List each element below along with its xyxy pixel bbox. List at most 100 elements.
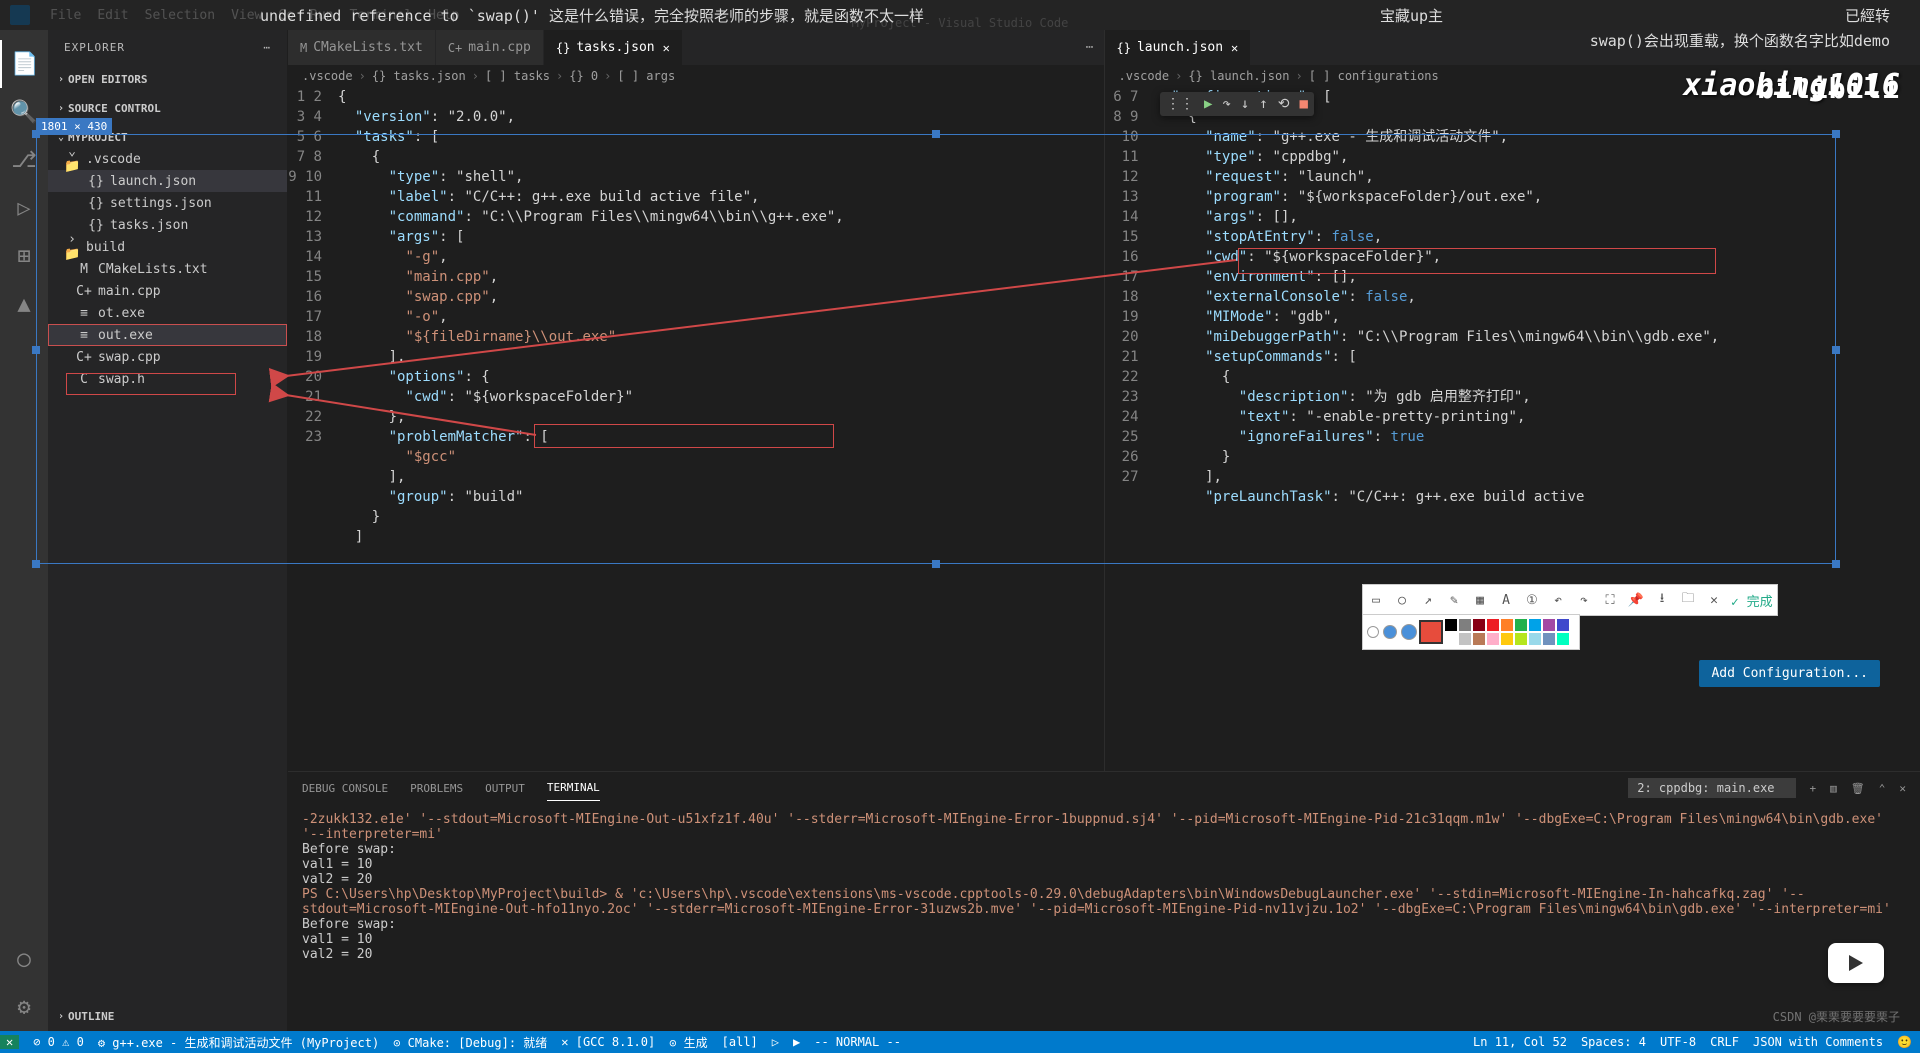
close-panel-icon[interactable]: ✕: [1899, 782, 1906, 795]
sb-build[interactable]: ⊙ 生成: [669, 1034, 707, 1051]
maximize-panel-icon[interactable]: ⌃: [1879, 782, 1886, 795]
debug-toolbar[interactable]: ⋮⋮ ▶ ↷ ↓ ↑ ⟲ ■: [1160, 92, 1314, 116]
restart-icon[interactable]: ⟲: [1278, 96, 1290, 112]
extensions-icon[interactable]: ⊞: [0, 232, 48, 280]
download-icon[interactable]: ⭳: [1653, 589, 1671, 611]
close-icon[interactable]: ✕: [1705, 593, 1723, 608]
tree-item-ot-exe[interactable]: ≡ot.exe: [48, 302, 287, 324]
text-tool-icon[interactable]: A: [1497, 593, 1515, 608]
sb-run[interactable]: ▶: [793, 1035, 800, 1049]
sb-cursor[interactable]: Ln 11, Col 52: [1473, 1035, 1567, 1049]
run-debug-icon[interactable]: ▷: [0, 184, 48, 232]
selection-handle[interactable]: [32, 346, 40, 354]
left-code-area[interactable]: 1 2 3 4 5 6 7 8 9 10 11 12 13 14 15 16 1…: [288, 87, 1104, 771]
tab-CMakeLists-txt[interactable]: MCMakeLists.txt: [288, 30, 436, 65]
sb-build-task[interactable]: ⚙ g++.exe - 生成和调试活动文件 (MyProject): [98, 1034, 379, 1051]
color-swatch[interactable]: [1473, 633, 1485, 645]
sb-feedback-icon[interactable]: 🙂: [1897, 1035, 1912, 1049]
sb-errors[interactable]: ⊘ 0 ⚠ 0: [33, 1035, 84, 1049]
color-swatch[interactable]: [1543, 619, 1555, 631]
color-swatch[interactable]: [1473, 619, 1485, 631]
tab-main-cpp[interactable]: C+main.cpp: [436, 30, 544, 65]
selection-handle[interactable]: [32, 560, 40, 568]
tab-problems[interactable]: PROBLEMS: [410, 776, 463, 801]
cmake-icon[interactable]: ▲: [0, 280, 48, 328]
done-button[interactable]: ✓ 完成: [1731, 591, 1773, 610]
size-large-icon[interactable]: [1401, 624, 1417, 640]
selection-handle[interactable]: [932, 130, 940, 138]
redo-icon[interactable]: ↷: [1575, 593, 1593, 608]
serial-tool-icon[interactable]: ①: [1523, 593, 1541, 608]
color-red-selected[interactable]: [1421, 622, 1441, 642]
tab-output[interactable]: OUTPUT: [485, 776, 525, 801]
sb-encoding[interactable]: UTF-8: [1660, 1035, 1696, 1049]
left-breadcrumb[interactable]: .vscode›{} tasks.json›[ ] tasks›{} 0›[ ]…: [288, 65, 1104, 87]
tree-item-main-cpp[interactable]: C+main.cpp: [48, 280, 287, 302]
step-over-icon[interactable]: ↷: [1222, 96, 1230, 112]
tab-launch-json[interactable]: {}launch.json✕: [1105, 30, 1252, 65]
sb-target[interactable]: [all]: [722, 1035, 758, 1049]
mosaic-tool-icon[interactable]: ▦: [1471, 593, 1489, 608]
color-swatch[interactable]: [1459, 619, 1471, 631]
color-swatch[interactable]: [1445, 633, 1457, 645]
pen-tool-icon[interactable]: ✎: [1445, 593, 1463, 608]
terminal-dropdown[interactable]: 2: cppdbg: main.exe: [1628, 778, 1795, 798]
snip-toolbar[interactable]: ▭ ○ ↗ ✎ ▦ A ① ↶ ↷ ⛶ 📌 ⭳ 🗀 ✕ ✓ 完成: [1362, 584, 1778, 616]
save-icon[interactable]: 🗀: [1679, 589, 1697, 611]
tree-item-CMakeLists-txt[interactable]: MCMakeLists.txt: [48, 258, 287, 280]
video-play-button[interactable]: [1828, 943, 1884, 983]
close-icon[interactable]: ✕: [663, 41, 670, 55]
open-editors-section[interactable]: ›OPEN EDITORS: [48, 69, 287, 90]
tree-item-out-exe[interactable]: ≡out.exe: [48, 324, 287, 346]
tree-item-swap-h[interactable]: Cswap.h: [48, 368, 287, 390]
stop-icon[interactable]: ■: [1299, 96, 1307, 112]
gear-icon[interactable]: ⚙: [0, 983, 48, 1031]
tree-item-swap-cpp[interactable]: C+swap.cpp: [48, 346, 287, 368]
pin-icon[interactable]: 📌: [1627, 593, 1645, 608]
step-out-icon[interactable]: ↑: [1259, 96, 1267, 112]
color-swatch[interactable]: [1501, 633, 1513, 645]
source-control-section[interactable]: ›SOURCE CONTROL: [48, 98, 287, 119]
tab-tasks-json[interactable]: {}tasks.json✕: [544, 30, 683, 65]
sb-eol[interactable]: CRLF: [1710, 1035, 1739, 1049]
selection-handle[interactable]: [1832, 130, 1840, 138]
close-icon[interactable]: ✕: [1231, 41, 1238, 55]
color-swatch[interactable]: [1543, 633, 1555, 645]
add-configuration-button[interactable]: Add Configuration...: [1699, 660, 1880, 687]
color-swatch[interactable]: [1487, 633, 1499, 645]
drag-handle-icon[interactable]: ⋮⋮: [1166, 96, 1194, 112]
rect-tool-icon[interactable]: ▭: [1367, 593, 1385, 608]
tree-item-build[interactable]: › 📁build: [48, 236, 287, 258]
more-icon[interactable]: ⋯: [263, 41, 271, 54]
tab-debug-console[interactable]: DEBUG CONSOLE: [302, 776, 388, 801]
explorer-icon[interactable]: 📄: [0, 40, 48, 88]
color-palette[interactable]: [1362, 614, 1580, 650]
tree-item-tasks-json[interactable]: {}tasks.json: [48, 214, 287, 236]
sb-cmake[interactable]: ⊙ CMake: [Debug]: 就绪: [393, 1034, 547, 1051]
color-swatch[interactable]: [1515, 619, 1527, 631]
outline-section[interactable]: ›OUTLINE: [48, 1006, 287, 1027]
kill-terminal-icon[interactable]: 🗑: [1851, 782, 1865, 795]
sb-debug-play[interactable]: ▷: [772, 1035, 779, 1049]
split-terminal-icon[interactable]: ▥: [1830, 782, 1837, 795]
size-small-icon[interactable]: [1367, 626, 1379, 638]
more-actions-icon[interactable]: ⋯: [1086, 40, 1094, 55]
selection-handle[interactable]: [932, 560, 940, 568]
color-swatch[interactable]: [1445, 619, 1457, 631]
ocr-icon[interactable]: ⛶: [1601, 593, 1619, 608]
color-swatch[interactable]: [1487, 619, 1499, 631]
sb-lang[interactable]: JSON with Comments: [1753, 1035, 1883, 1049]
tree-item--vscode[interactable]: ⌄ 📁.vscode: [48, 148, 287, 170]
sb-indent[interactable]: Spaces: 4: [1581, 1035, 1646, 1049]
source-control-icon[interactable]: ⎇: [0, 136, 48, 184]
selection-handle[interactable]: [1832, 346, 1840, 354]
color-swatch[interactable]: [1459, 633, 1471, 645]
color-swatch[interactable]: [1529, 619, 1541, 631]
sb-compiler[interactable]: ✕ [GCC 8.1.0]: [561, 1035, 655, 1049]
remote-indicator[interactable]: ✕: [0, 1035, 19, 1049]
step-into-icon[interactable]: ↓: [1241, 96, 1249, 112]
tree-item-launch-json[interactable]: {}launch.json: [48, 170, 287, 192]
color-swatch[interactable]: [1501, 619, 1513, 631]
account-icon[interactable]: ◯: [0, 935, 48, 983]
color-swatch[interactable]: [1529, 633, 1541, 645]
